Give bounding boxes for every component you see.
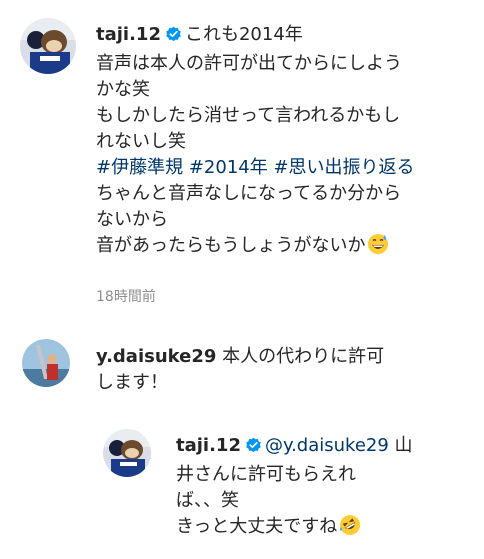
comment-1-timestamp: 18時間前 [96, 289, 156, 305]
avatar-taji12[interactable] [20, 18, 76, 74]
comment-2-line-1: y.daisuke29 本人の代わりに許可 [96, 344, 476, 370]
comment-3-line-1: taji.12 @y.daisuke29 山 [176, 433, 476, 462]
mention-link[interactable]: @y.daisuke29 [265, 435, 389, 456]
verified-badge-icon [165, 25, 182, 51]
comment-3-body: taji.12 @y.daisuke29 山 井さんに許可もらえれ ば、、笑 きっ… [176, 433, 476, 544]
comment-3-text-line: きっと大丈夫ですね [176, 516, 338, 537]
comment-1-text-line: 音があったらもうしょうがないか [96, 235, 366, 256]
comment-2-text-line: 本人の代わりに許可 [222, 346, 385, 367]
comment-1-text-line: れないし笑 [96, 131, 186, 152]
avatar-taji12-reply[interactable] [103, 429, 151, 477]
comment-2-body: y.daisuke29 本人の代わりに許可 します！ [96, 344, 476, 396]
comment-1-line-1: taji.12 これも2014年 [96, 22, 476, 51]
comment-2-text-line: します！ [96, 372, 168, 393]
avatar-fishing-photo-image [22, 339, 70, 387]
comment-1-text-line: 音声は本人の許可が出てからにしよう [96, 53, 402, 74]
comment-1-text-line: もしかしたら消せって言われるかもし [96, 105, 401, 126]
comment-2-username[interactable]: y.daisuke29 [96, 346, 216, 367]
avatar-mascot-image [103, 429, 151, 477]
comment-3-username[interactable]: taji.12 [176, 435, 241, 456]
comment-1-text-line: かな笑 [96, 79, 150, 100]
hashtag-link[interactable]: #2014年 [189, 157, 268, 178]
comment-3-text-line: 井さんに許可もらえれ [176, 464, 356, 485]
avatar-mascot-image [20, 18, 76, 74]
hashtag-link[interactable]: #思い出振り返る [273, 157, 414, 178]
sweat-smile-emoji-icon [367, 233, 389, 263]
comment-3-last-line: きっと大丈夫ですね [176, 514, 476, 544]
comment-1-hashtags: #伊藤準規 #2014年 #思い出振り返る [96, 155, 476, 181]
comment-1-text-line: ないから [96, 209, 168, 230]
rolling-laughing-emoji-icon [339, 514, 361, 544]
avatar-ydaisuke29[interactable] [22, 339, 70, 387]
comment-1-username[interactable]: taji.12 [96, 24, 161, 45]
comment-3-text-line: 山 [394, 435, 413, 456]
comment-1-text-line: ちゃんと音声なしになってるか分から [96, 183, 402, 204]
verified-badge-icon [245, 436, 262, 462]
comment-1-body: taji.12 これも2014年 音声は本人の許可が出てからにしよう かな笑 もし… [96, 22, 476, 263]
comment-1-last-line: 音があったらもうしょうがないか [96, 233, 476, 263]
hashtag-link[interactable]: #伊藤準規 [96, 157, 183, 178]
comment-3-text-line: ば、、笑 [176, 490, 239, 511]
comment-1-text-line: これも2014年 [184, 24, 303, 45]
